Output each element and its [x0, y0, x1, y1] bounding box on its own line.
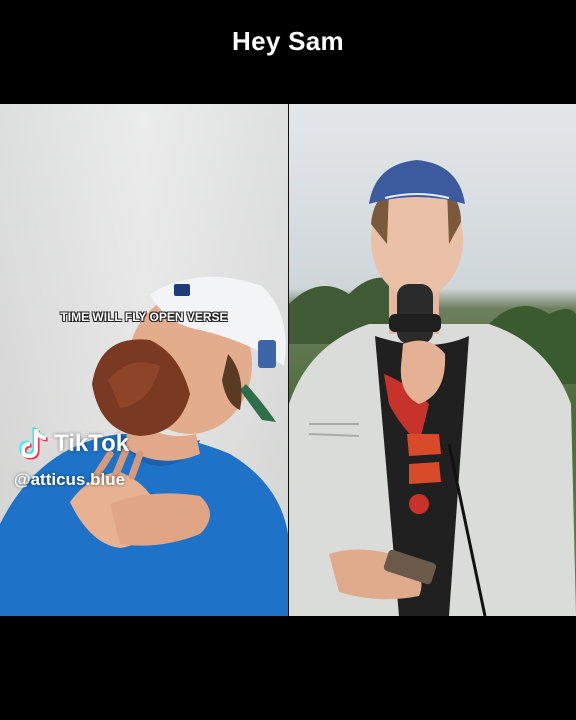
left-person-illustration — [0, 104, 288, 616]
bottom-bar — [0, 616, 576, 720]
top-bar: Hey Sam — [0, 0, 576, 104]
tiktok-logo-icon — [19, 427, 48, 460]
page-title: Hey Sam — [232, 26, 344, 56]
right-video-panel[interactable] — [289, 104, 576, 616]
right-person-illustration — [289, 160, 576, 616]
tiktok-brand-text: TikTok — [54, 430, 130, 457]
creator-handle[interactable]: @atticus.blue — [14, 470, 125, 490]
video-caption: TIME WILL FLY OPEN VERSE — [60, 310, 228, 324]
left-video-panel[interactable]: TIME WILL FLY OPEN VERSE TikTok @atticus… — [0, 104, 288, 616]
tiktok-watermark: TikTok — [18, 426, 129, 462]
